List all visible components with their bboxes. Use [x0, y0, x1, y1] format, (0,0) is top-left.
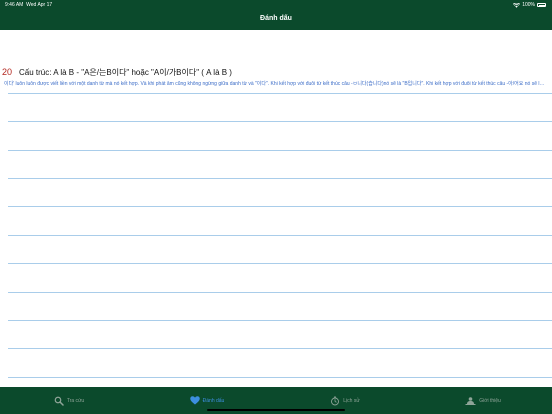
status-time: 9:46 AM [5, 2, 24, 8]
list-separator [8, 320, 552, 321]
status-bar-right: 100% [513, 2, 546, 8]
history-icon [331, 396, 340, 405]
list-separator [8, 292, 552, 293]
tab-about[interactable]: Giới thiệu [414, 387, 552, 414]
list-separator [8, 93, 552, 94]
info-icon [465, 396, 476, 405]
search-icon [54, 396, 64, 406]
list-separator [8, 263, 552, 264]
status-bar-left: 9:46 AM Wed Apr 17 [5, 2, 52, 8]
list-item[interactable]: 20 Cấu trúc: A là B - "A은/는B이다" hoặc "A이… [0, 67, 552, 87]
wifi-icon [513, 2, 521, 8]
entry-number: 20 [2, 67, 13, 77]
list-separator [8, 235, 552, 236]
entry-header: 20 Cấu trúc: A là B - "A은/는B이다" hoặc "A이… [0, 67, 552, 79]
tab-label: Lịch sử [343, 397, 360, 404]
page-title: Đánh dấu [260, 15, 292, 22]
list-separator [8, 348, 552, 349]
tab-label: Tra cứu [66, 397, 85, 404]
list-separator [8, 377, 552, 378]
battery-percent: 100% [522, 2, 535, 8]
list-separator [8, 206, 552, 207]
heart-icon [189, 396, 200, 405]
list-separator [8, 150, 552, 151]
tab-label: Giới thiệu [479, 397, 501, 404]
home-indicator [207, 409, 345, 411]
tab-search[interactable]: Tra cứu [0, 387, 138, 414]
bookmark-list: 20 Cấu trúc: A là B - "A은/는B이다" hoặc "A이… [0, 30, 552, 387]
entry-description: 이다' luôn luôn được viết liền với một dan… [4, 81, 547, 87]
list-separator [8, 178, 552, 179]
tab-label: Đánh dấu [202, 397, 225, 404]
list-separator [8, 121, 552, 122]
status-date: Wed Apr 17 [26, 2, 53, 8]
navigation-bar: 9:46 AM Wed Apr 17 100% Đánh dấu [0, 0, 552, 30]
entry-title: Cấu trúc: A là B - "A은/는B이다" hoặc "A이/가B… [19, 68, 232, 77]
battery-icon [537, 3, 546, 7]
